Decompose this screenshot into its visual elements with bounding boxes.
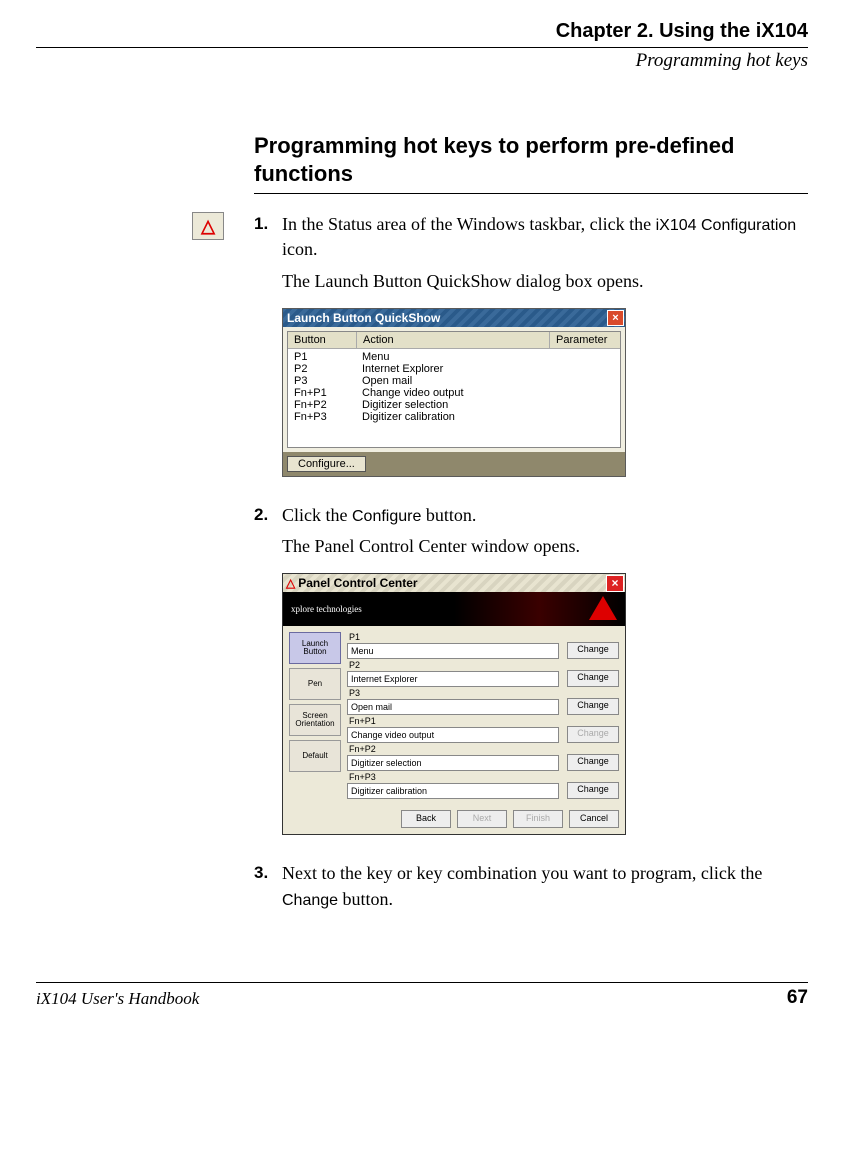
cancel-button[interactable]: Cancel [569,810,619,828]
step-3-text: Next to the key or key combination you w… [282,861,808,912]
step-2-followup: The Panel Control Center window opens. [282,534,808,559]
quickshow-footer: Configure... [283,452,625,476]
pcc-tabs: Launch Button Pen Screen Orientation Def… [289,632,341,800]
list-item[interactable]: Fn+P2Digitizer selection [288,399,620,411]
pcc-entry: P1 Menu Change [347,632,619,659]
step-1-number: 1. [254,212,282,234]
back-button[interactable]: Back [401,810,451,828]
page-number: 67 [787,987,808,1009]
key-label: P2 [347,660,619,670]
key-label: P3 [347,688,619,698]
step-1-text: In the Status area of the Windows taskba… [282,212,808,263]
change-button[interactable]: Change [567,782,619,799]
pcc-entry: Fn+P1 Change video output Change [347,716,619,743]
change-button[interactable]: Change [567,698,619,715]
next-button: Next [457,810,507,828]
quickshow-rows: P1Menu P2Internet Explorer P3Open mail F… [288,349,620,447]
value-field[interactable]: Menu [347,643,559,659]
step-2-number: 2. [254,503,282,525]
step-1-followup: The Launch Button QuickShow dialog box o… [282,269,808,294]
col-button[interactable]: Button [288,332,357,348]
section-rule [254,193,808,194]
change-button[interactable]: Change [567,670,619,687]
pcc-grid: P1 Menu Change P2 Internet Explorer Chan… [347,632,619,800]
value-field[interactable]: Digitizer calibration [347,783,559,799]
warning-icon: △ [286,576,295,590]
finish-button: Finish [513,810,563,828]
list-item[interactable]: P3Open mail [288,375,620,387]
triangle-logo-icon [589,596,617,620]
tab-screen-orientation[interactable]: Screen Orientation [289,704,341,736]
quickshow-titlebar: Launch Button QuickShow × [283,309,625,327]
pcc-title: Panel Control Center [298,576,417,590]
list-item[interactable]: P2Internet Explorer [288,363,620,375]
page-footer: iX104 User's Handbook 67 [36,982,808,1009]
key-label: Fn+P1 [347,716,619,726]
key-label: Fn+P3 [347,772,619,782]
list-item[interactable]: P1Menu [288,351,620,363]
pcc-entry: P3 Open mail Change [347,688,619,715]
key-label: Fn+P2 [347,744,619,754]
brand-label: xplore technologies [291,604,362,614]
chapter-title: Chapter 2. Using the iX104 [36,20,808,43]
change-button: Change [567,726,619,743]
step-3: 3. Next to the key or key combination yo… [254,861,808,912]
pcc-titlebar: △Panel Control Center × [283,574,625,592]
change-button[interactable]: Change [567,642,619,659]
configure-button[interactable]: Configure... [287,456,366,472]
pcc-footer: Back Next Finish Cancel [283,806,625,834]
value-field[interactable]: Digitizer selection [347,755,559,771]
quickshow-header-row: Button Action Parameter [288,332,620,349]
step-2: 2. Click the Configure button. The Panel… [254,503,808,836]
close-icon[interactable]: × [607,310,624,326]
step-3-number: 3. [254,861,282,883]
list-item[interactable]: Fn+P3Digitizer calibration [288,411,620,423]
col-parameter[interactable]: Parameter [550,332,620,348]
value-field[interactable]: Open mail [347,699,559,715]
footer-handbook: iX104 User's Handbook [36,989,199,1009]
key-label: P1 [347,632,619,642]
col-action[interactable]: Action [357,332,550,348]
section-heading: Programming hot keys to perform pre-defi… [254,132,808,187]
quickshow-dialog: Launch Button QuickShow × Button Action … [282,308,626,477]
panel-control-center-dialog: △Panel Control Center × xplore technolog… [282,573,626,835]
pcc-entry: Fn+P2 Digitizer selection Change [347,744,619,771]
step-2-text: Click the Configure button. [282,503,808,528]
warning-icon: △ [192,212,224,240]
tab-launch-button[interactable]: Launch Button [289,632,341,664]
value-field[interactable]: Change video output [347,727,559,743]
value-field[interactable]: Internet Explorer [347,671,559,687]
change-button[interactable]: Change [567,754,619,771]
pcc-entry: P2 Internet Explorer Change [347,660,619,687]
header-section: Programming hot keys [36,50,808,72]
quickshow-title: Launch Button QuickShow [287,309,440,327]
header-rule [36,47,808,48]
close-icon[interactable]: × [606,575,624,592]
list-item[interactable]: Fn+P1Change video output [288,387,620,399]
pcc-entry: Fn+P3 Digitizer calibration Change [347,772,619,799]
quickshow-list: Button Action Parameter P1Menu P2Interne… [287,331,621,448]
tab-pen[interactable]: Pen [289,668,341,700]
tab-default[interactable]: Default [289,740,341,772]
step-1: △ 1. In the Status area of the Windows t… [254,212,808,477]
pcc-banner: xplore technologies [283,592,625,626]
